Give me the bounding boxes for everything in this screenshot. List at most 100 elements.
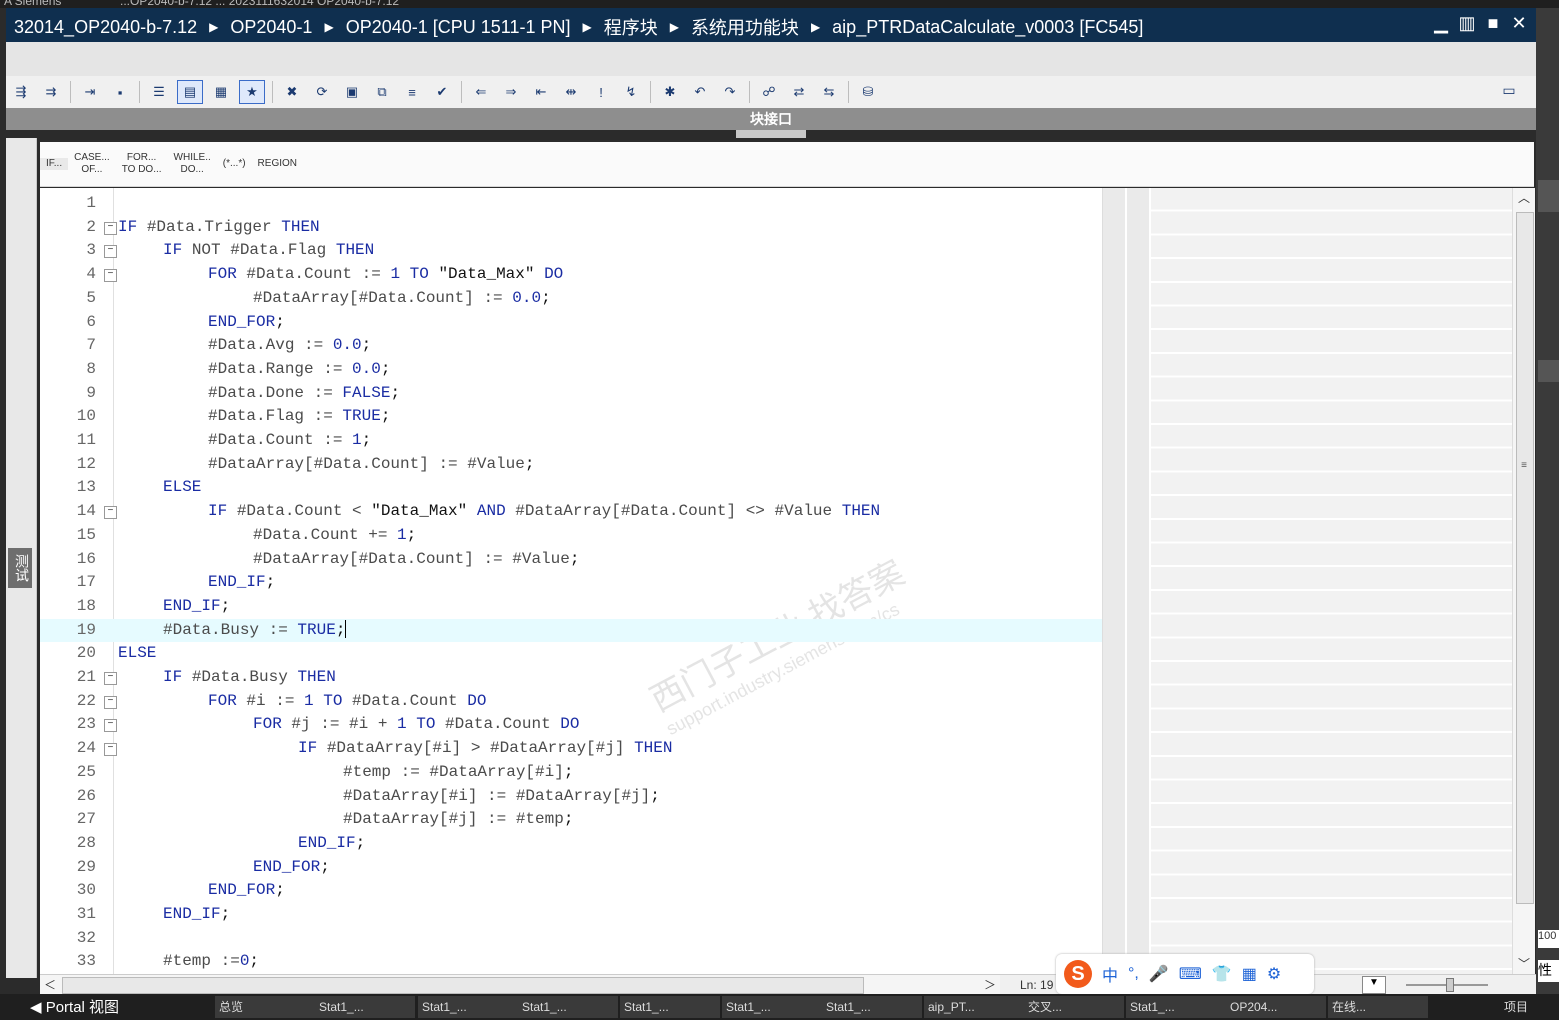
- code-line[interactable]: 13 ELSE: [40, 476, 1102, 500]
- snippet-button[interactable]: (*...*): [217, 158, 252, 170]
- ime-item-icon[interactable]: 中: [1102, 962, 1118, 986]
- indent-right-icon[interactable]: ⇒: [499, 81, 523, 103]
- ime-item-icon[interactable]: 🎤: [1149, 964, 1169, 984]
- code-line[interactable]: 11 #Data.Count := 1;: [40, 429, 1102, 453]
- code-line[interactable]: 27 #DataArray[#j] := #temp;: [40, 808, 1102, 832]
- code-line[interactable]: 7 #Data.Avg := 0.0;: [40, 334, 1102, 358]
- portal-view-button[interactable]: ◀ Portal 视图: [30, 996, 119, 1017]
- favorites-icon[interactable]: ★: [239, 80, 265, 104]
- block-interface-bar[interactable]: 块接口: [6, 108, 1536, 130]
- zoom-slider[interactable]: [1406, 978, 1488, 992]
- taskbar-item[interactable]: Stat1_...: [1126, 996, 1226, 1018]
- code-line[interactable]: 10 #Data.Flag := TRUE;: [40, 405, 1102, 429]
- auto-format-icon[interactable]: ⇹: [559, 81, 583, 103]
- code-line[interactable]: 4− FOR #Data.Count := 1 TO "Data_Max" DO: [40, 263, 1102, 287]
- taskbar-item[interactable]: aip_PT...: [924, 996, 1024, 1018]
- code-line[interactable]: 12 #DataArray[#Data.Count] := #Value;: [40, 453, 1102, 477]
- code-line[interactable]: 30 END_FOR;: [40, 879, 1102, 903]
- taskbar-item[interactable]: 交叉...: [1024, 996, 1124, 1018]
- taskbar-item[interactable]: Stat1_...: [822, 996, 922, 1018]
- snippet-button[interactable]: FOR... TO DO...: [116, 152, 168, 176]
- code-line[interactable]: 18 END_IF;: [40, 595, 1102, 619]
- code-line[interactable]: 3− IF NOT #Data.Flag THEN: [40, 239, 1102, 263]
- set-breakpoint-icon[interactable]: ⟳: [310, 81, 334, 103]
- taskbar-item[interactable]: 总览: [215, 996, 315, 1018]
- code-line[interactable]: 9 #Data.Done := FALSE;: [40, 382, 1102, 406]
- code-line[interactable]: 23− FOR #j := #i + 1 TO #Data.Count DO: [40, 713, 1102, 737]
- delete-network-icon[interactable]: ⇉: [39, 81, 63, 103]
- clear-breakpoint-icon[interactable]: ✖: [280, 81, 304, 103]
- scroll-down-icon[interactable]: ﹀: [1513, 954, 1535, 974]
- code-line[interactable]: 14− IF #Data.Count < "Data_Max" AND #Data…: [40, 500, 1102, 524]
- zoom-slider-knob[interactable]: [1446, 978, 1454, 992]
- fold-toggle-icon[interactable]: −: [104, 221, 117, 235]
- ime-item-icon[interactable]: ⌨: [1179, 964, 1202, 984]
- minimize-icon[interactable]: ▁: [1432, 12, 1450, 34]
- outdent-icon[interactable]: ⇤: [529, 81, 553, 103]
- taskbar-item[interactable]: Stat1_...: [418, 996, 518, 1018]
- code-line[interactable]: 6 END_FOR;: [40, 311, 1102, 335]
- taskbar-item[interactable]: Stat1_...: [315, 996, 415, 1018]
- code-line[interactable]: 26 #DataArray[#i] := #DataArray[#j];: [40, 785, 1102, 809]
- right-panel-tab[interactable]: [1538, 180, 1559, 212]
- vertical-scrollbar[interactable]: ︿ ≡ ﹀: [1512, 188, 1535, 974]
- code-line[interactable]: 31 END_IF;: [40, 903, 1102, 927]
- bookmark-icon[interactable]: ✱: [658, 81, 682, 103]
- taskbar-item[interactable]: Stat1_...: [722, 996, 822, 1018]
- fold-toggle-icon[interactable]: −: [104, 743, 117, 757]
- scroll-up-icon[interactable]: ︿: [1513, 188, 1535, 208]
- hscroll-thumb[interactable]: [62, 977, 864, 994]
- monitor-icon[interactable]: ▦: [209, 81, 233, 103]
- taskbar-item[interactable]: OP204...: [1226, 996, 1326, 1018]
- taskbar-item[interactable]: Stat1_...: [620, 996, 720, 1018]
- code-line[interactable]: 16 #DataArray[#Data.Count] := #Value;: [40, 548, 1102, 572]
- toggle-view-icon[interactable]: ▤: [177, 80, 203, 104]
- code-line[interactable]: 25 #temp := #DataArray[#i];: [40, 761, 1102, 785]
- taskbar-item[interactable]: Stat1_...: [518, 996, 618, 1018]
- code-line[interactable]: 28 END_IF;: [40, 832, 1102, 856]
- snippet-button[interactable]: REGION: [252, 158, 303, 170]
- fold-toggle-icon[interactable]: −: [104, 695, 117, 709]
- code-line[interactable]: 17 END_IF;: [40, 571, 1102, 595]
- splitter-handle[interactable]: [736, 130, 806, 138]
- go-to-icon[interactable]: ⇄: [787, 81, 811, 103]
- fold-toggle-icon[interactable]: −: [104, 719, 117, 733]
- maximize-icon[interactable]: ■: [1484, 12, 1502, 34]
- code-line[interactable]: 8 #Data.Range := 0.0;: [40, 358, 1102, 382]
- check-icon[interactable]: ✔: [430, 81, 454, 103]
- ime-logo-icon[interactable]: S: [1064, 960, 1092, 988]
- settings-icon[interactable]: ⛁: [856, 81, 880, 103]
- scroll-left-icon[interactable]: ＜: [40, 975, 60, 995]
- close-icon[interactable]: ✕: [1510, 12, 1528, 34]
- uncomment-icon[interactable]: ↯: [619, 81, 643, 103]
- ime-item-icon[interactable]: °,: [1128, 965, 1139, 983]
- step-icon[interactable]: ▣: [340, 81, 364, 103]
- open-block-icon[interactable]: ▪: [108, 81, 132, 103]
- fold-toggle-icon[interactable]: −: [104, 672, 117, 685]
- snippet-button[interactable]: IF...: [40, 158, 69, 170]
- code-line[interactable]: 15 #Data.Count += 1;: [40, 524, 1102, 548]
- fold-toggle-icon[interactable]: −: [104, 269, 117, 283]
- fold-toggle-icon[interactable]: −: [104, 245, 117, 259]
- breadcrumb-item[interactable]: OP2040-1 [CPU 1511-1 PN]: [346, 17, 571, 38]
- tile-icon[interactable]: ▥: [1458, 12, 1476, 34]
- snippet-button[interactable]: CASE... OF...: [68, 152, 116, 176]
- code-line[interactable]: 1: [40, 192, 1102, 216]
- breadcrumb-item[interactable]: 32014_OP2040-b-7.12: [14, 17, 197, 38]
- breadcrumb-item[interactable]: aip_PTRDataCalculate_v0003 [FC545]: [832, 17, 1143, 38]
- code-line[interactable]: 21− IF #Data.Busy THEN: [40, 666, 1102, 690]
- scroll-thumb[interactable]: [1516, 212, 1534, 904]
- prev-bookmark-icon[interactable]: ↶: [688, 81, 712, 103]
- zoom-dropdown[interactable]: ▼: [1362, 976, 1386, 994]
- code-editor[interactable]: 西门子工业 找答案 support.industry.siemens.com/c…: [40, 188, 1102, 974]
- ime-item-icon[interactable]: 👕: [1212, 964, 1232, 984]
- absolute-address-icon[interactable]: ☰: [147, 81, 171, 103]
- code-line[interactable]: 5 #DataArray[#Data.Count] := 0.0;: [40, 287, 1102, 311]
- layout-toggle-icon[interactable]: ▭: [1498, 82, 1520, 102]
- code-line[interactable]: 33 #temp :=0;: [40, 950, 1102, 974]
- comment-icon[interactable]: ≡: [400, 81, 424, 103]
- taskbar-item[interactable]: 在线...: [1328, 996, 1428, 1018]
- scroll-right-icon[interactable]: ＞: [980, 975, 1000, 995]
- properties-tab[interactable]: 性: [1538, 960, 1559, 982]
- diagnostics-icon[interactable]: ☍: [757, 81, 781, 103]
